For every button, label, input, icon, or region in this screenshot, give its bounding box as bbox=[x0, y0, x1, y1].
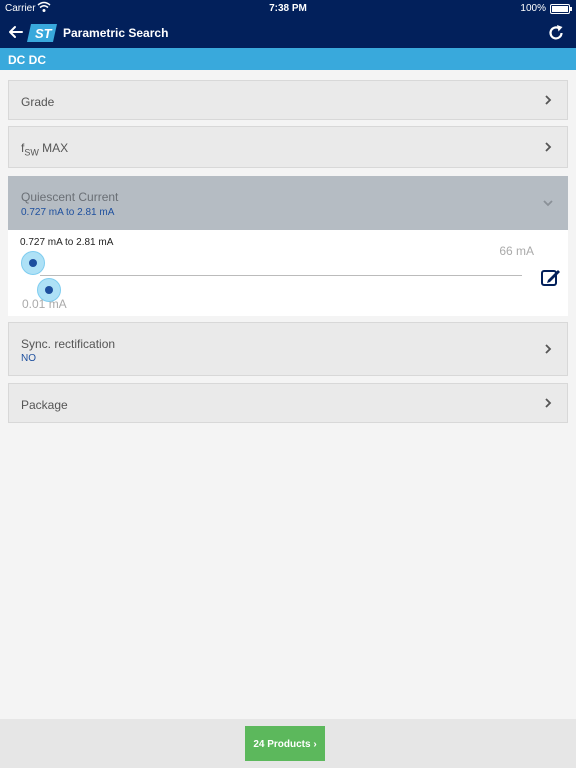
status-bar: Carrier 7:38 PM 100% bbox=[0, 0, 576, 18]
filter-fsw-max[interactable]: fSW MAX bbox=[8, 126, 568, 168]
filter-label: Package bbox=[21, 398, 68, 412]
slider-max-label: 66 mA bbox=[499, 244, 534, 258]
filter-label: fSW MAX bbox=[21, 141, 69, 158]
chevron-down-icon bbox=[543, 200, 553, 207]
st-logo-icon: ST bbox=[27, 24, 57, 42]
chevron-right-icon bbox=[545, 142, 552, 152]
category-title: DC DC bbox=[8, 53, 46, 67]
filter-quiescent-current[interactable]: Quiescent Current 0.727 mA to 2.81 mA bbox=[8, 176, 568, 230]
refresh-icon[interactable] bbox=[546, 23, 566, 43]
clock: 7:38 PM bbox=[269, 3, 307, 14]
filter-grade[interactable]: Grade bbox=[8, 80, 568, 120]
filter-label: Sync. rectification bbox=[21, 337, 116, 351]
page-title: Parametric Search bbox=[63, 26, 169, 40]
filter-sync-rectification[interactable]: Sync. rectification NO bbox=[8, 322, 568, 376]
slider-range-text: 0.727 mA to 2.81 mA bbox=[20, 237, 114, 248]
logo-text: ST bbox=[35, 26, 53, 41]
chevron-right-icon bbox=[545, 398, 552, 408]
filter-value: NO bbox=[21, 353, 36, 364]
show-products-button[interactable]: 24 Products › bbox=[245, 726, 325, 761]
navigation-bar: ST Parametric Search bbox=[0, 18, 576, 48]
back-arrow-icon[interactable] bbox=[6, 22, 26, 42]
footer-bar: 24 Products › bbox=[0, 719, 576, 768]
slider-min-label: 0.01 mA bbox=[22, 297, 67, 311]
edit-icon[interactable] bbox=[540, 266, 562, 288]
range-slider-panel: 0.727 mA to 2.81 mA 66 mA 0.01 mA bbox=[8, 230, 568, 316]
filter-value: 0.727 mA to 2.81 mA bbox=[21, 207, 115, 218]
filter-label: Quiescent Current bbox=[21, 190, 119, 204]
slider-track[interactable] bbox=[40, 275, 522, 276]
category-header: DC DC bbox=[0, 48, 576, 70]
chevron-right-icon bbox=[545, 95, 552, 105]
chevron-right-icon bbox=[545, 344, 552, 354]
battery-icon bbox=[550, 4, 572, 14]
filter-label: Grade bbox=[21, 95, 55, 109]
slider-low-thumb[interactable] bbox=[21, 251, 45, 275]
filter-package[interactable]: Package bbox=[8, 383, 568, 423]
battery-percentage: 100% bbox=[520, 3, 546, 14]
